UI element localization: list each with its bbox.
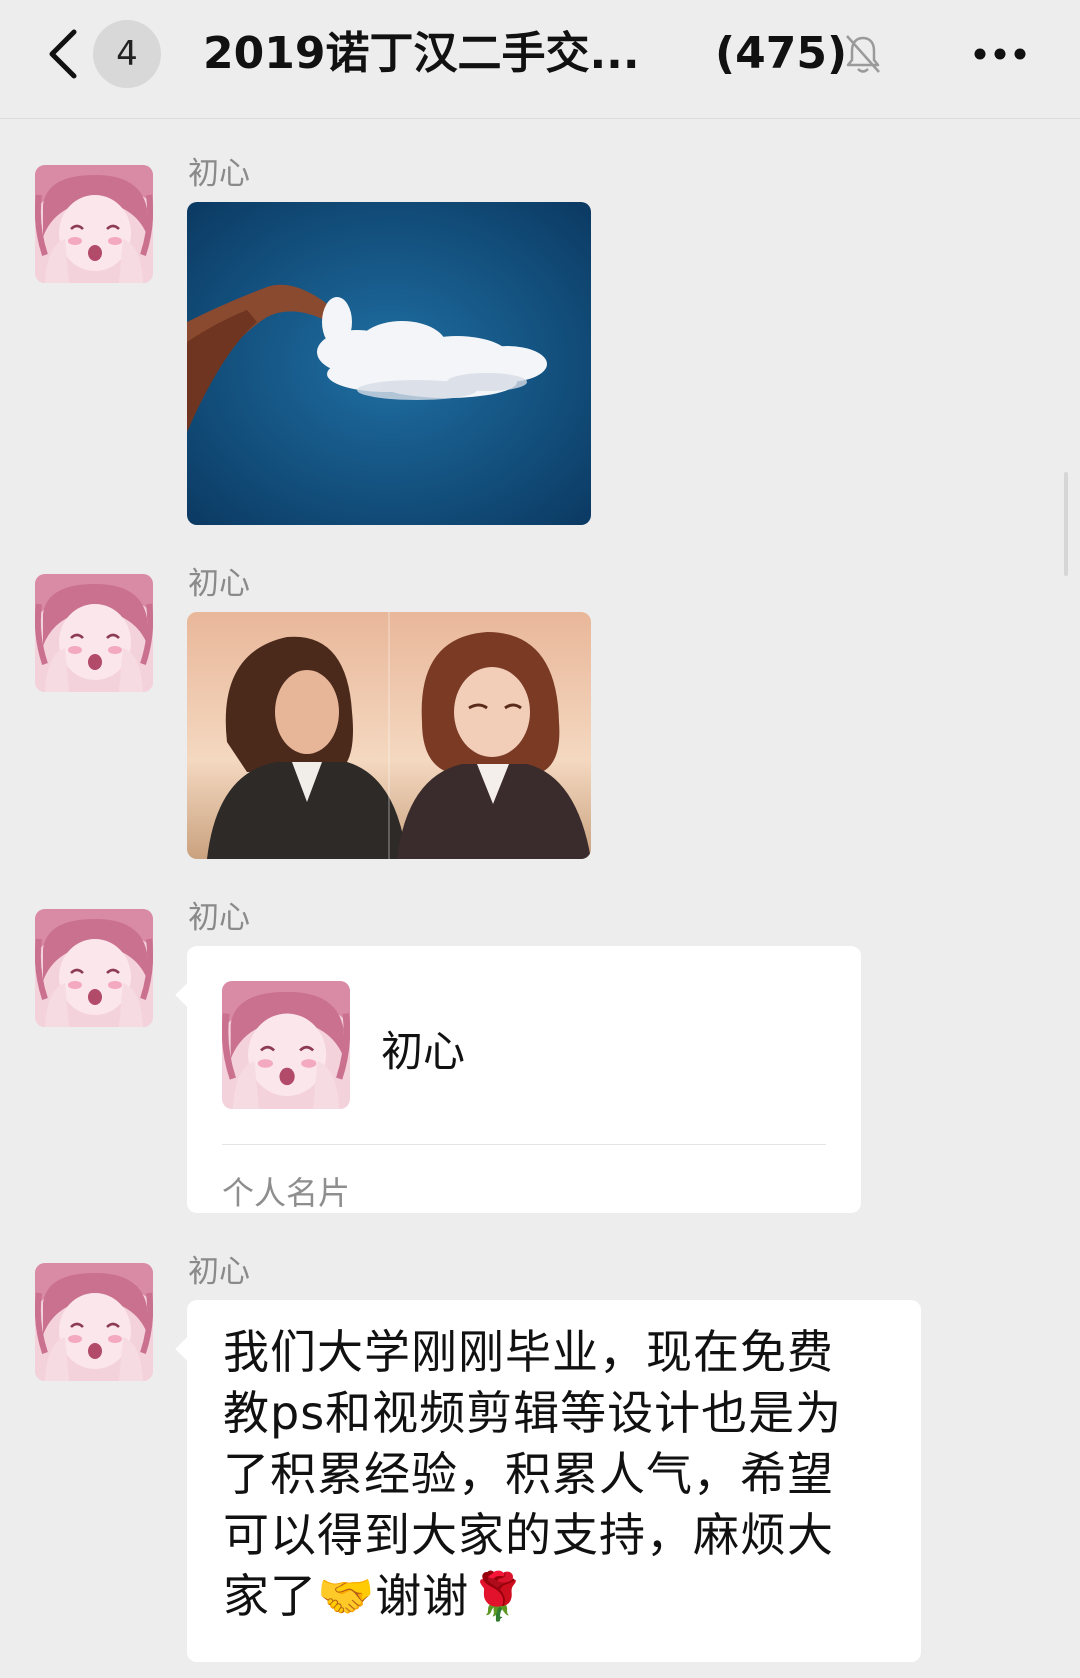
message-text: 我们大学刚刚毕业，现在免费教ps和视频剪辑等设计也是为了积累经验，积累人气，希望… [223, 1325, 843, 1623]
divider [222, 1144, 826, 1145]
text-message-bubble[interactable]: 我们大学刚刚毕业，现在免费教ps和视频剪辑等设计也是为了积累经验，积累人气，希望… [175, 1300, 921, 1662]
contact-card-name: 初心 [381, 1027, 466, 1076]
sender-name: 初心 [188, 566, 250, 602]
portrait-photo [187, 612, 591, 859]
cloud-photo [187, 202, 591, 525]
member-count: (475) [715, 28, 848, 79]
avatar[interactable] [35, 574, 153, 692]
more-dots-icon[interactable] [972, 44, 1028, 64]
avatar[interactable] [35, 1263, 153, 1381]
image-message[interactable] [187, 612, 591, 859]
bubble-tail [175, 982, 201, 1008]
chat-header: 4 2019诺丁汉二手交... (475) [0, 0, 1080, 119]
sender-name: 初心 [188, 156, 250, 192]
chevron-left-icon[interactable] [44, 26, 84, 82]
sender-name: 初心 [188, 900, 250, 936]
scrollbar-thumb[interactable] [1064, 472, 1068, 576]
contact-card-avatar [222, 981, 350, 1109]
unread-count-badge[interactable]: 4 [93, 20, 161, 88]
avatar[interactable] [35, 165, 153, 283]
chat-title: 2019诺丁汉二手交... [203, 28, 640, 79]
contact-card-type-label: 个人名片 [222, 1174, 351, 1212]
bell-muted-icon [846, 35, 880, 73]
contact-card[interactable]: 初心 个人名片 [175, 946, 861, 1213]
image-message[interactable] [187, 202, 591, 525]
avatar[interactable] [35, 909, 153, 1027]
sender-name: 初心 [188, 1254, 250, 1290]
bubble-tail [175, 1336, 201, 1362]
